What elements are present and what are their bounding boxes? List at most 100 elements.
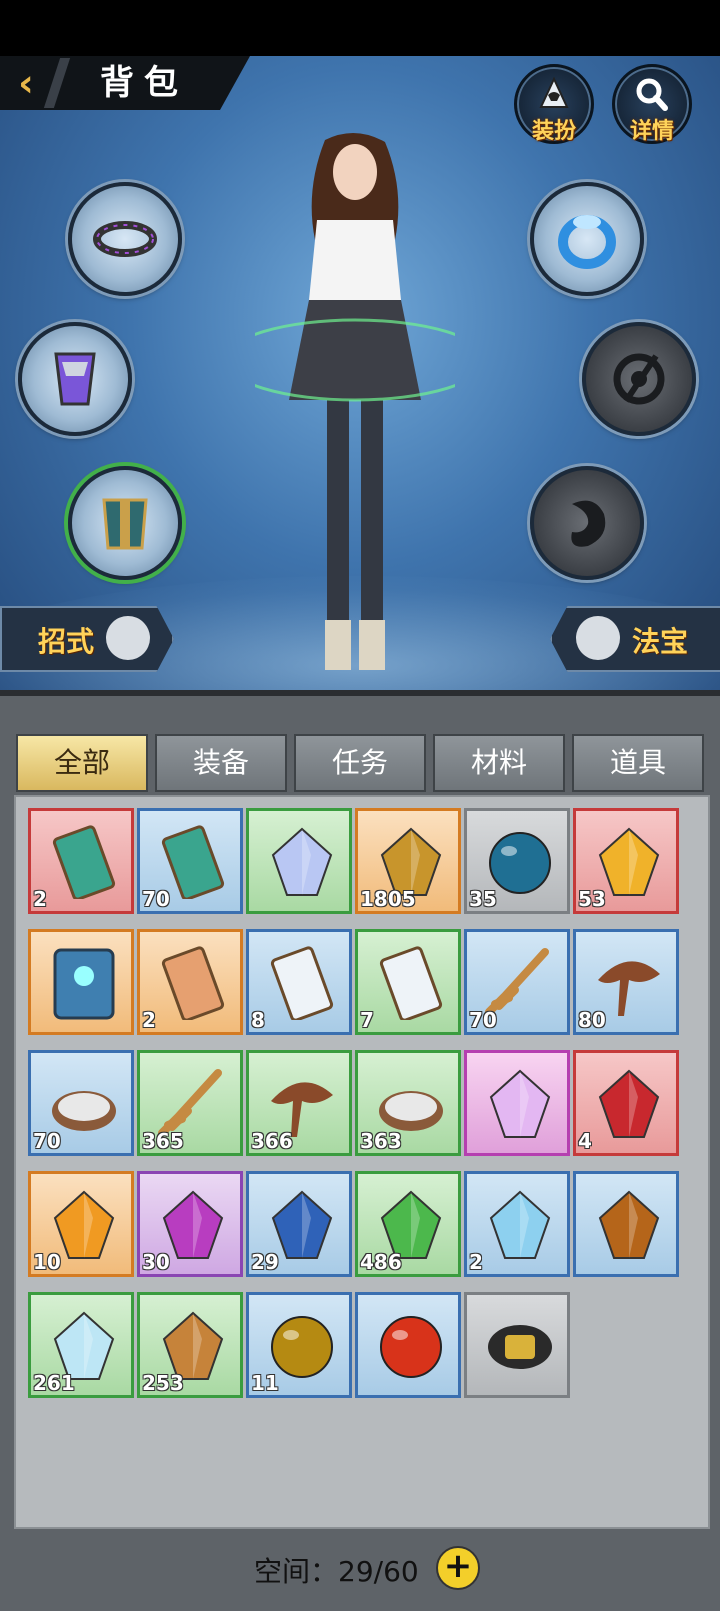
inventory-item[interactable]: 70 [28, 1050, 134, 1156]
treasure-button[interactable]: 法宝 [550, 606, 720, 672]
item-count: 29 [251, 1250, 279, 1274]
back-button[interactable]: ‹ [6, 60, 46, 106]
inventory-item[interactable]: 2 [28, 808, 134, 914]
item-count: 365 [142, 1129, 184, 1153]
status-bar [0, 0, 720, 56]
inventory-item[interactable] [28, 929, 134, 1035]
inventory-item[interactable] [573, 1171, 679, 1277]
item-count: 7 [360, 1008, 374, 1032]
inventory-item[interactable] [464, 1050, 570, 1156]
ring-icon [558, 215, 616, 269]
inventory-item[interactable]: 2 [464, 1171, 570, 1277]
plus-icon: + [443, 1546, 473, 1586]
item-count: 35 [469, 887, 497, 911]
expand-space-button[interactable]: + [436, 1546, 480, 1590]
bracelet-icon [93, 221, 157, 257]
scroll-icon [52, 825, 116, 899]
swirl-icon [106, 616, 150, 660]
skills-button[interactable]: 招式 [0, 606, 174, 672]
item-count: 1805 [360, 887, 416, 911]
item-count: 30 [142, 1250, 170, 1274]
tab-equipment[interactable]: 装备 [155, 734, 287, 792]
outfit-button[interactable]: 装扮 [514, 64, 594, 144]
equip-slot-empty-talisman[interactable] [582, 322, 696, 436]
inventory-item[interactable]: 70 [464, 929, 570, 1035]
crystal-icon [271, 827, 333, 896]
item-count: 4 [578, 1129, 592, 1153]
details-label: 详情 [629, 119, 674, 144]
equip-slot-empty-accessory[interactable] [530, 466, 644, 580]
talisman-icon [161, 946, 225, 1020]
item-count: 2 [33, 887, 47, 911]
inventory-item[interactable]: 11 [246, 1292, 352, 1398]
item-count: 11 [251, 1371, 279, 1395]
item-count: 70 [469, 1008, 497, 1032]
item-count: 366 [251, 1129, 293, 1153]
inventory-item[interactable]: 29 [246, 1171, 352, 1277]
inventory-item[interactable]: 253 [137, 1292, 243, 1398]
inventory-item[interactable]: 80 [573, 929, 679, 1035]
inventory-item[interactable]: 366 [246, 1050, 352, 1156]
skills-label: 招式 [38, 625, 95, 658]
inventory-space-label: 空间：29/60 [254, 1555, 419, 1588]
equip-slot-bracelet[interactable] [68, 182, 182, 296]
fire-stone-icon [598, 1190, 660, 1259]
tab-quest[interactable]: 任务 [294, 734, 426, 792]
item-count: 70 [33, 1129, 61, 1153]
item-count: 253 [142, 1371, 184, 1395]
item-count: 8 [251, 1008, 265, 1032]
inventory-item[interactable]: 1805 [355, 808, 461, 914]
inventory-item[interactable]: 363 [355, 1050, 461, 1156]
item-count: 53 [578, 887, 606, 911]
inventory-tabs: 全部 装备 任务 材料 道具 [16, 734, 706, 796]
inventory-item[interactable]: 70 [137, 808, 243, 914]
inventory-item[interactable] [246, 808, 352, 914]
inventory-item[interactable]: 2 [137, 929, 243, 1035]
inventory-item[interactable]: 7 [355, 929, 461, 1035]
tab-materials[interactable]: 材料 [433, 734, 565, 792]
meditation-tablet-icon [53, 948, 115, 1020]
inventory-item[interactable]: 53 [573, 808, 679, 914]
red-orb-icon [380, 1316, 442, 1378]
belt-icon [488, 1325, 552, 1369]
item-count: 486 [360, 1250, 402, 1274]
back-icon: ‹ [18, 61, 34, 105]
details-button[interactable]: 详情 [612, 64, 692, 144]
item-count: 2 [469, 1250, 483, 1274]
hooded-figure-icon [535, 76, 573, 111]
item-count: 261 [33, 1371, 75, 1395]
equip-slot-armor[interactable] [68, 466, 182, 580]
conch-icon [576, 616, 620, 660]
rainbow-gem-icon [489, 1069, 551, 1138]
inventory-item[interactable]: 10 [28, 1171, 134, 1277]
outfit-label: 装扮 [531, 119, 576, 144]
equip-slot-ring[interactable] [530, 182, 644, 296]
inventory-item[interactable]: 365 [137, 1050, 243, 1156]
equip-slot-amulet[interactable] [18, 322, 132, 436]
amulet-icon [54, 352, 96, 406]
item-count: 2 [142, 1008, 156, 1032]
magnifier-icon [633, 77, 671, 111]
inventory-item[interactable]: 4 [573, 1050, 679, 1156]
item-count: 80 [578, 1008, 606, 1032]
inventory-item[interactable] [355, 1292, 461, 1398]
tab-props[interactable]: 道具 [572, 734, 704, 792]
item-count: 70 [142, 887, 170, 911]
item-count: 10 [33, 1250, 61, 1274]
inventory-item[interactable]: 486 [355, 1171, 461, 1277]
paper-charm-icon [379, 946, 443, 1020]
inventory-item[interactable] [464, 1292, 570, 1398]
swirl-placeholder-icon [613, 353, 665, 405]
inventory-item[interactable]: 35 [464, 808, 570, 914]
inventory-item[interactable]: 30 [137, 1171, 243, 1277]
inventory-item[interactable]: 261 [28, 1292, 134, 1398]
item-count: 363 [360, 1129, 402, 1153]
ice-stone-icon [489, 1190, 551, 1259]
stone-placeholder-icon [571, 500, 606, 547]
paper-charm-icon [270, 946, 334, 1020]
character-figure [255, 132, 455, 670]
inventory-item[interactable]: 8 [246, 929, 352, 1035]
treasure-label: 法宝 [632, 625, 689, 658]
page-title: 背包 [100, 63, 188, 103]
tab-all[interactable]: 全部 [16, 734, 148, 792]
